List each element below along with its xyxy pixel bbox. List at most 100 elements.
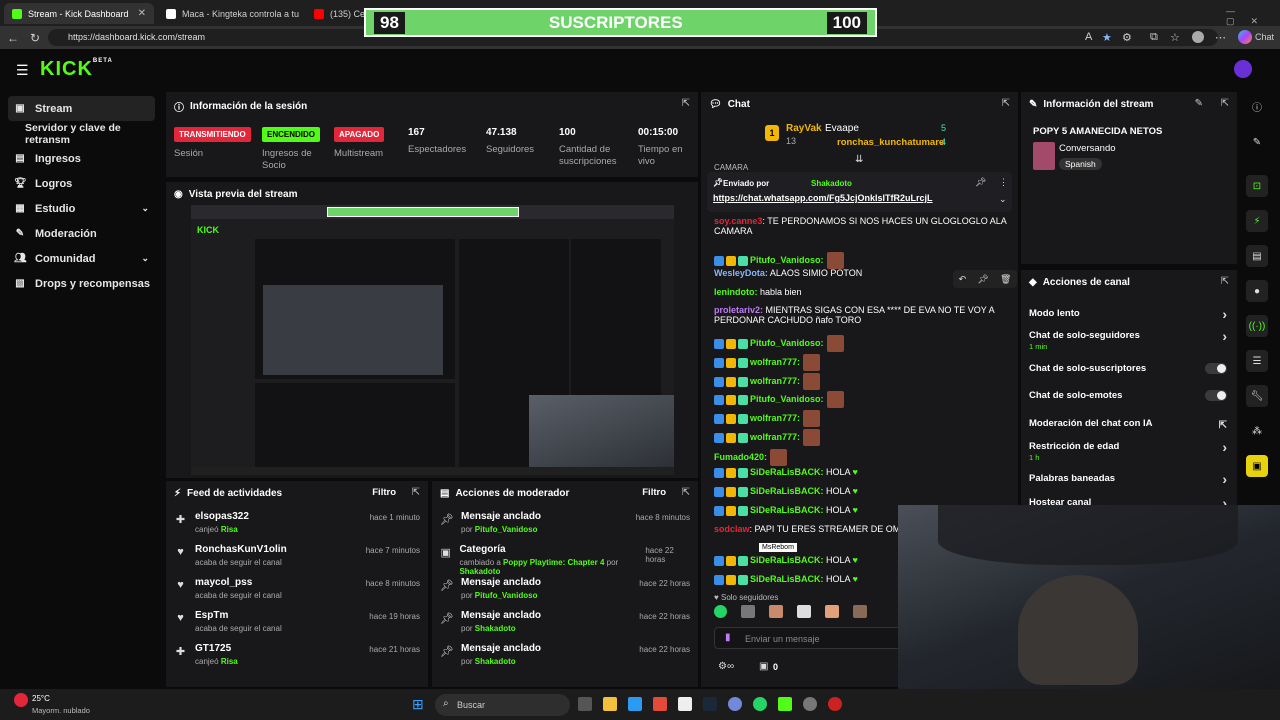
chat-message[interactable]: wolfran777: [714, 429, 821, 446]
hamburger-menu-icon[interactable]: ☰ [16, 62, 29, 79]
chat-username[interactable]: Pitufo_Vanidoso: [750, 394, 824, 404]
list-item[interactable]: 📌︎ Mensaje anclado por Shakadoto hace 22 ho… [440, 610, 690, 640]
leader-third-name[interactable]: ronchas_kunchatumare [837, 137, 944, 148]
pencil-icon[interactable]: ✎ [1195, 98, 1203, 109]
app-white-icon[interactable] [678, 697, 692, 711]
chevron-down-icon[interactable]: ⌄ [999, 194, 1007, 205]
filter-button[interactable]: Filtro [642, 487, 666, 498]
list-icon[interactable]: ☰ [1246, 350, 1268, 372]
chat-username[interactable]: wolfran777: [750, 413, 800, 423]
chat-message[interactable]: wolfran777: [714, 354, 821, 371]
task-view-icon[interactable] [578, 697, 592, 711]
windows-start-icon[interactable]: ⊞ [412, 696, 424, 713]
kick-app-icon[interactable] [778, 697, 792, 711]
document-icon[interactable]: ▤ [1246, 245, 1268, 267]
chat-message[interactable]: sodclaw: PAPI TU ERES STREAMER DE OME TV [714, 524, 920, 534]
taskbar-search[interactable]: ⌕ Buscar [435, 694, 570, 716]
chat-username[interactable]: wolfran777: [750, 357, 800, 367]
chat-username[interactable]: Pitufo_Vanidoso: [750, 338, 824, 348]
expand-icon[interactable]: ⇱ [1221, 98, 1229, 109]
pinned-sender[interactable]: Shakadoto [811, 179, 852, 188]
emote-cat[interactable] [741, 605, 755, 618]
bolt-icon[interactable]: ⚡︎ [1246, 210, 1268, 232]
chat-message[interactable]: SiDeRaLisBACK: HOLA ♥ [714, 486, 858, 497]
chat-username[interactable]: sodclaw [714, 524, 750, 534]
chat-username[interactable]: SiDeRaLisBACK: [750, 486, 824, 496]
profile-avatar[interactable] [1192, 31, 1204, 43]
expand-icon[interactable]: ⇱ [1002, 98, 1010, 109]
whatsapp-emote[interactable] [714, 605, 727, 618]
filter-button[interactable]: Filtro [372, 487, 396, 498]
detail-highlight[interactable]: Pitufo_Vanidoso [475, 591, 538, 600]
channel-action-item[interactable]: Restricción de edad 1 h › [1029, 439, 1227, 462]
sidebar-item-stream[interactable]: ▣ Stream [8, 96, 155, 121]
channel-action-item[interactable]: Moderación del chat con IA ⇱ [1029, 418, 1227, 431]
detail-highlight[interactable]: Shakadoto [459, 567, 500, 576]
app-red-icon[interactable] [653, 697, 667, 711]
share-icon[interactable]: ⁂ [1246, 420, 1268, 442]
steam-icon[interactable] [703, 697, 717, 711]
sidebar-item-estudio[interactable]: ▦ Estudio ⌄ [0, 196, 163, 221]
wrench-icon[interactable]: 🔧︎ [1246, 385, 1268, 407]
broadcast-icon[interactable]: ((·)) [1246, 315, 1268, 337]
sidebar-item-comunidad[interactable]: 👥︎ Comunidad ⌄ [0, 246, 163, 271]
chat-message[interactable]: WesleyDota: ALAOS SIMIO POTON [714, 268, 862, 278]
window-controls[interactable]: —▢✕ [1226, 6, 1280, 27]
list-item[interactable]: 📌︎ Mensaje anclado por Pitufo_Vanidoso hace… [440, 511, 690, 541]
detail-highlight[interactable]: Risa [221, 657, 238, 666]
detail-highlight[interactable]: Shakadoto [475, 624, 516, 633]
expand-icon[interactable]: ⇱ [412, 487, 420, 498]
chat-username[interactable]: wolfran777: [750, 432, 800, 442]
unpin-icon[interactable]: 📌︎ [975, 177, 986, 188]
chat-icon[interactable]: ● [1246, 280, 1268, 302]
chat-username[interactable]: SiDeRaLisBACK: [750, 467, 824, 477]
browser-tab-maca[interactable]: Maca - Kingteka controla a tu mu ✕ [158, 3, 302, 24]
delete-icon[interactable]: 🗑︎ [1000, 274, 1011, 285]
chat-message[interactable]: soy.canne3: TE PERDONAMOS SI NOS HACES U… [714, 216, 1007, 236]
pinned-link[interactable]: https://chat.whatsapp.com/Fg5JcjOnkIsITf… [713, 193, 933, 203]
list-item[interactable]: ✚ elsopas322 canjeó Risa hace 1 minuto [174, 511, 420, 541]
collections-icon[interactable]: ⧉ [1150, 31, 1158, 44]
gift-icon[interactable]: ▣ [1246, 455, 1268, 477]
list-item[interactable]: 📌︎ Mensaje anclado por Shakadoto hace 22 ho… [440, 643, 690, 673]
whatsapp-icon[interactable] [753, 697, 767, 711]
chat-message[interactable]: SiDeRaLisBACK: HOLA ♥ [714, 467, 858, 478]
extensions-icon[interactable]: ⚙ [1122, 31, 1132, 44]
info-icon[interactable]: ⓘ [1246, 95, 1268, 117]
app-record-icon[interactable] [828, 697, 842, 711]
reply-icon[interactable]: ↶ [959, 274, 967, 285]
sidebar-item-server-key[interactable]: Servidor y clave de retransm [0, 121, 163, 146]
file-explorer-icon[interactable] [603, 697, 617, 711]
emote-face[interactable] [769, 605, 783, 618]
sidebar-item-logros[interactable]: 🏆︎ Logros [0, 171, 163, 196]
obs-icon[interactable] [803, 697, 817, 711]
edge-icon[interactable] [628, 697, 642, 711]
detail-highlight[interactable]: Risa [221, 525, 238, 534]
category-name[interactable]: Conversando [1059, 143, 1116, 154]
collapse-icon[interactable]: ⇊ [855, 154, 863, 165]
stream-preview-video[interactable]: KICK [191, 205, 674, 475]
discord-icon[interactable] [728, 697, 742, 711]
favorite-star-icon[interactable]: ★ [1102, 31, 1112, 44]
chat-username[interactable]: SiDeRaLisBACK: [750, 574, 824, 584]
list-item[interactable]: ♥ RonchasKunV1olin acaba de seguir el cana… [174, 544, 420, 574]
read-aloud-icon[interactable]: A [1085, 31, 1092, 43]
browser-tab-kick[interactable]: Stream - Kick Dashboard ✕ [4, 3, 154, 24]
pencil-icon[interactable]: ✎ [1246, 131, 1268, 153]
expand-icon[interactable]: ⇱ [682, 487, 690, 498]
more-icon[interactable]: ⋯ [1215, 31, 1226, 44]
leader-first-name[interactable]: RayVak [786, 123, 822, 134]
chat-message[interactable]: Pitufo_Vanidoso: [714, 335, 844, 352]
refresh-icon[interactable]: ↻ [24, 31, 46, 45]
chat-username[interactable]: Fumado420: [714, 452, 767, 462]
emote-dog[interactable] [853, 605, 867, 618]
chat-message[interactable]: lenindoto: habla bien [714, 287, 802, 297]
chat-username[interactable]: soy.canne3 [714, 216, 762, 226]
camera-icon[interactable]: ⊡ [1246, 175, 1268, 197]
leader-second-name[interactable]: Evaape [825, 123, 859, 134]
channel-action-item[interactable]: Chat de solo-suscriptores [1029, 363, 1227, 374]
user-avatar[interactable] [1234, 60, 1252, 78]
channel-action-item[interactable]: Palabras baneadas › [1029, 471, 1227, 487]
chat-username[interactable]: proletariv2: [714, 305, 763, 315]
detail-highlight[interactable]: Shakadoto [475, 657, 516, 666]
